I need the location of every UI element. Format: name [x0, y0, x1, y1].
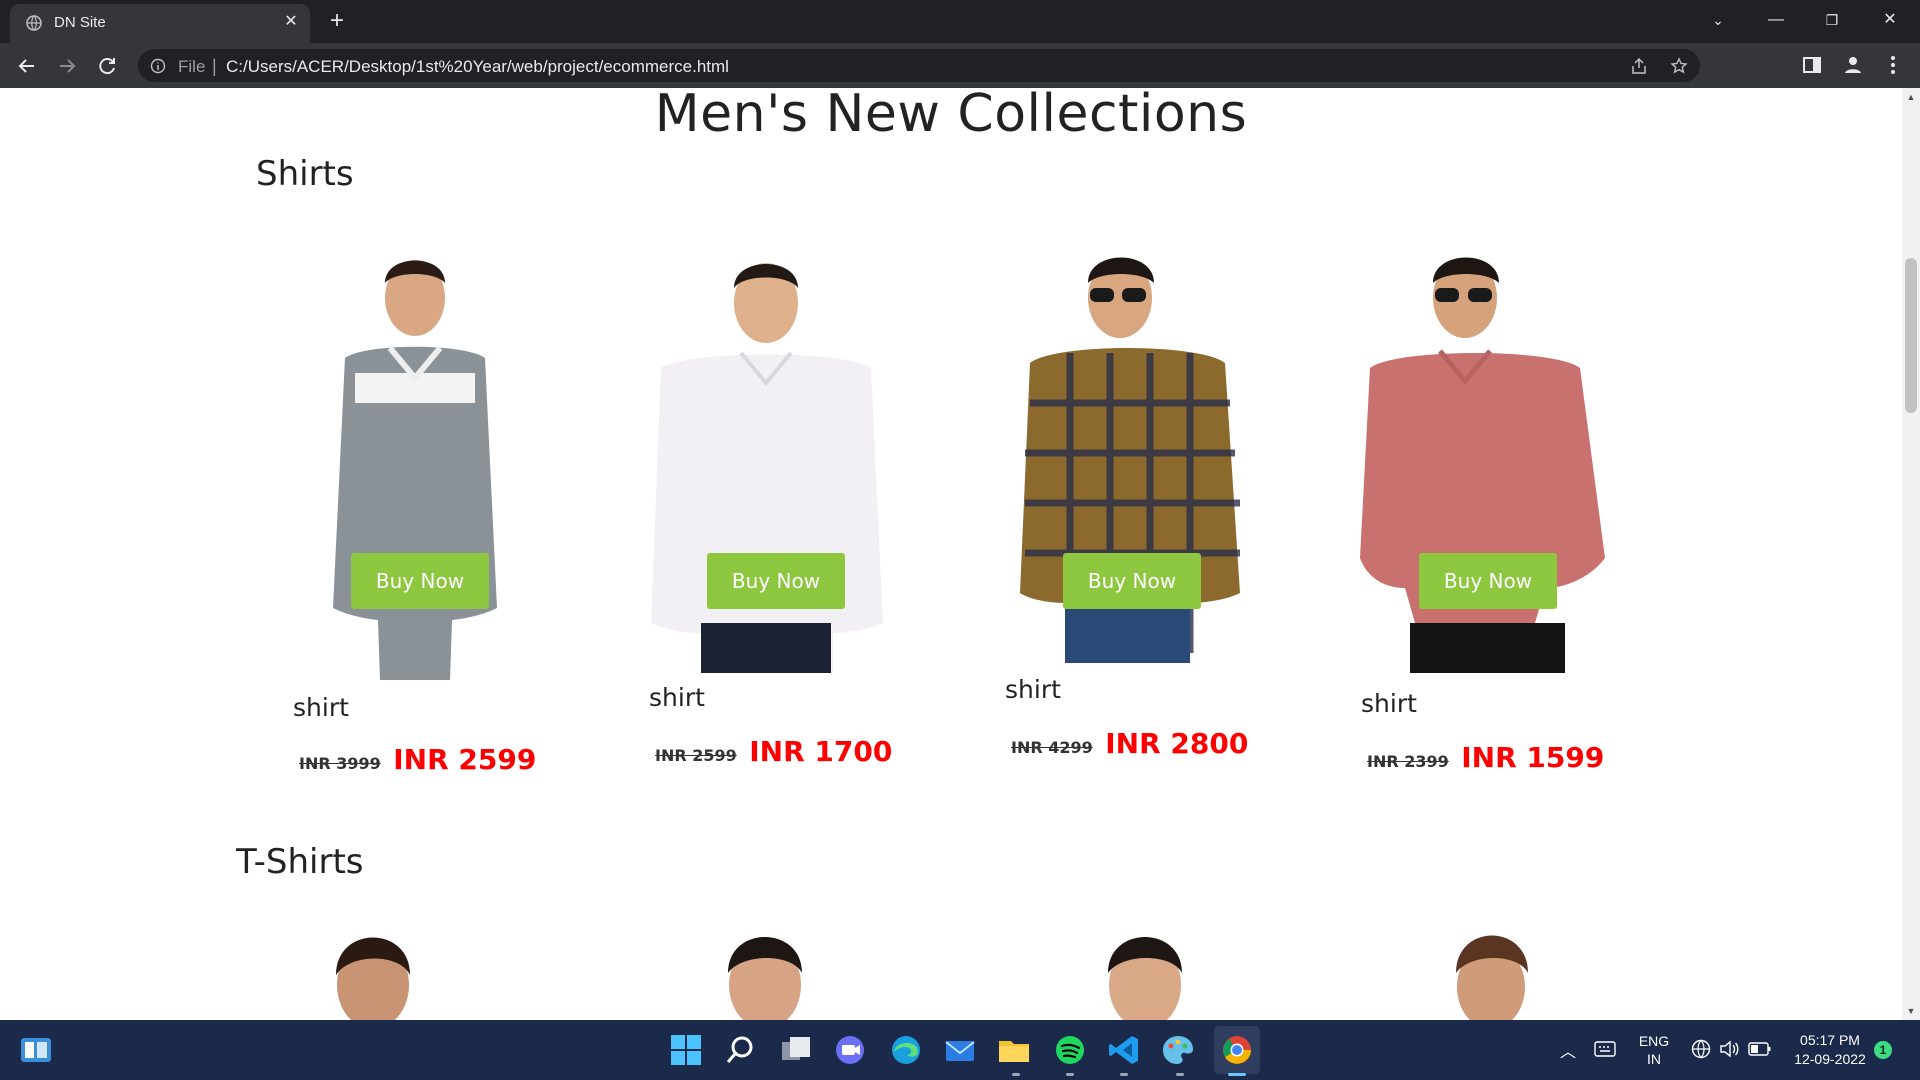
- product-name: shirt: [649, 683, 705, 712]
- buy-now-button[interactable]: Buy Now: [351, 553, 489, 609]
- browser-toolbar: File | C:/Users/ACER/Desktop/1st%20Year/…: [0, 43, 1920, 88]
- language-code: ENG: [1638, 1033, 1670, 1049]
- share-icon[interactable]: [1630, 57, 1648, 75]
- original-price: INR 3999: [299, 754, 381, 773]
- network-globe-icon[interactable]: [1690, 1038, 1712, 1060]
- windows-start-icon[interactable]: [668, 1032, 704, 1068]
- buy-now-button[interactable]: Buy Now: [1419, 553, 1557, 609]
- forward-arrow-icon[interactable]: [52, 51, 82, 81]
- running-indicator: [1120, 1073, 1128, 1076]
- keyboard-icon[interactable]: [1594, 1040, 1616, 1058]
- tab-close-icon[interactable]: ✕: [280, 11, 302, 33]
- battery-icon[interactable]: [1748, 1040, 1772, 1058]
- running-indicator: [1066, 1073, 1074, 1076]
- volume-icon[interactable]: [1718, 1038, 1740, 1060]
- sale-price: INR 1599: [1461, 741, 1605, 774]
- new-tab-button[interactable]: +: [322, 6, 352, 36]
- page-title: Men's New Collections: [654, 88, 1248, 144]
- edge-browser-icon[interactable]: [888, 1032, 924, 1068]
- product-name: shirt: [293, 693, 349, 722]
- tab-search-chevron-icon[interactable]: ⌄: [1690, 0, 1746, 40]
- scroll-down-icon[interactable]: ▼: [1906, 1006, 1916, 1016]
- clock-date: 12-09-2022: [1794, 1051, 1866, 1067]
- menu-kebab-icon[interactable]: [1882, 54, 1904, 76]
- clock-time: 05:17 PM: [1800, 1032, 1860, 1048]
- page-viewport: Men's New Collections Shirts Buy Now shi…: [0, 88, 1902, 1020]
- price-row: INR 4299 INR 2800: [1011, 727, 1248, 760]
- clock[interactable]: 05:17 PM 12-09-2022: [1780, 1031, 1880, 1069]
- product-card: Buy Now shirt INR 4299 INR 2800: [962, 243, 1302, 823]
- bookmark-star-icon[interactable]: [1670, 57, 1688, 75]
- product-image[interactable]: [720, 925, 810, 1020]
- browser-tab[interactable]: DN Site ✕: [10, 4, 310, 43]
- product-image[interactable]: [1446, 925, 1536, 1020]
- teams-chat-icon[interactable]: [832, 1032, 868, 1068]
- sale-price: INR 2800: [1105, 727, 1249, 760]
- section-title-shirts: Shirts: [256, 154, 354, 194]
- taskbar: ︿ ENG IN 05:17 PM 12-09-2022 1: [0, 1020, 1920, 1080]
- restore-button[interactable]: ❐: [1804, 0, 1860, 40]
- product-card: Buy Now shirt INR 2399 INR 1599: [1318, 243, 1658, 823]
- original-price: INR 4299: [1011, 738, 1093, 757]
- product-card: Buy Now shirt INR 2599 INR 1700: [606, 243, 946, 823]
- price-row: INR 3999 INR 2599: [299, 743, 536, 776]
- spotify-icon[interactable]: [1052, 1032, 1088, 1068]
- section-title-tshirts: T-Shirts: [236, 842, 364, 882]
- scroll-up-icon[interactable]: ▲: [1906, 92, 1916, 102]
- reload-icon[interactable]: [92, 51, 122, 81]
- product-image[interactable]: [328, 925, 418, 1020]
- scrollbar-thumb[interactable]: [1905, 258, 1917, 413]
- sale-price: INR 2599: [393, 743, 537, 776]
- product-name: shirt: [1361, 689, 1417, 718]
- url-separator: |: [212, 56, 217, 76]
- product-name: shirt: [1005, 675, 1061, 704]
- tab-strip: DN Site ✕ + ⌄ — ❐ ✕: [0, 0, 1920, 43]
- minimize-button[interactable]: —: [1748, 0, 1804, 40]
- paint-icon[interactable]: [1160, 1032, 1196, 1068]
- vscode-icon[interactable]: [1106, 1032, 1142, 1068]
- price-row: INR 2599 INR 1700: [655, 735, 892, 768]
- buy-now-button[interactable]: Buy Now: [1063, 553, 1201, 609]
- profile-icon[interactable]: [1842, 54, 1864, 76]
- product-image[interactable]: [1100, 925, 1190, 1020]
- original-price: INR 2399: [1367, 752, 1449, 771]
- info-icon[interactable]: [150, 58, 166, 74]
- address-bar[interactable]: File | C:/Users/ACER/Desktop/1st%20Year/…: [138, 49, 1700, 82]
- region-code: IN: [1647, 1051, 1661, 1067]
- url-scheme-label: File: [178, 57, 206, 76]
- page-scrollbar[interactable]: ▲ ▼: [1902, 88, 1920, 1020]
- chrome-icon[interactable]: [1219, 1032, 1255, 1068]
- active-indicator: [1228, 1073, 1246, 1076]
- side-panel-icon[interactable]: [1801, 54, 1823, 76]
- back-arrow-icon[interactable]: [12, 51, 42, 81]
- product-card: Buy Now shirt INR 3999 INR 2599: [250, 243, 590, 823]
- product-image[interactable]: [330, 243, 500, 683]
- running-indicator: [1176, 1073, 1184, 1076]
- language-indicator[interactable]: ENG IN: [1634, 1032, 1674, 1068]
- tab-title: DN Site: [54, 14, 106, 31]
- original-price: INR 2599: [655, 746, 737, 765]
- sale-price: INR 1700: [749, 735, 893, 768]
- globe-icon: [26, 15, 42, 31]
- search-icon[interactable]: [722, 1032, 758, 1068]
- url-text[interactable]: C:/Users/ACER/Desktop/1st%20Year/web/pro…: [226, 57, 729, 77]
- file-explorer-icon[interactable]: [996, 1032, 1032, 1068]
- price-row: INR 2399 INR 1599: [1367, 741, 1604, 774]
- widgets-icon[interactable]: [18, 1032, 54, 1068]
- tray-overflow-chevron-icon[interactable]: ︿: [1560, 1038, 1576, 1062]
- mail-icon[interactable]: [942, 1032, 978, 1068]
- close-window-button[interactable]: ✕: [1862, 0, 1918, 40]
- buy-now-button[interactable]: Buy Now: [707, 553, 845, 609]
- running-indicator: [1012, 1073, 1020, 1076]
- task-view-icon[interactable]: [778, 1032, 814, 1068]
- notification-badge[interactable]: 1: [1874, 1041, 1892, 1059]
